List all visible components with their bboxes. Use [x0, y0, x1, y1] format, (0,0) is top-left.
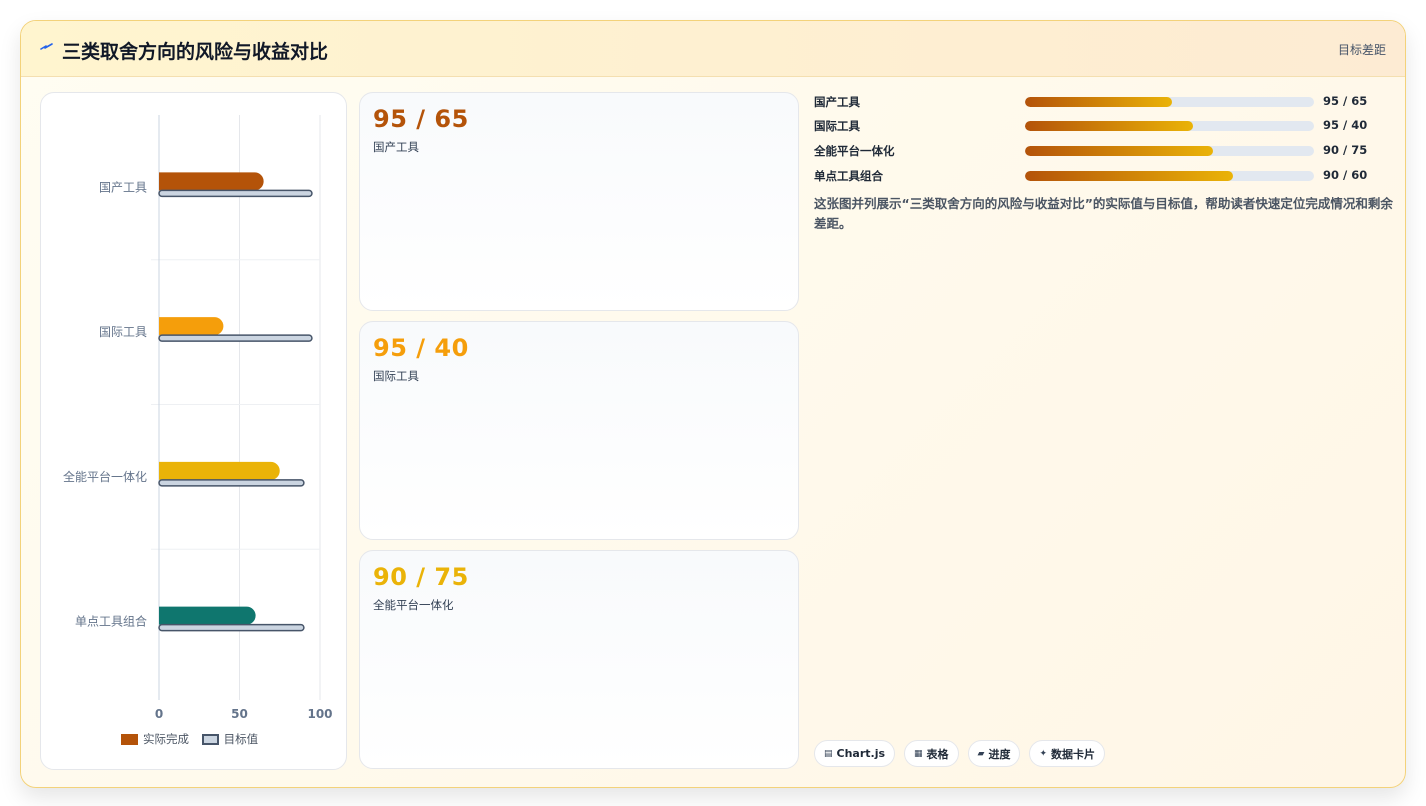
progress-track	[1025, 97, 1314, 107]
bar-chart-card: 0 50 100 国产工具国际工具全能平台一体化单点工具组合 实际完成 目标值	[40, 92, 347, 770]
table-icon: ▦	[914, 748, 923, 759]
progress-track	[1025, 121, 1314, 131]
tag-progress[interactable]: ▰ 进度	[967, 740, 1021, 767]
progress-fill	[1025, 146, 1213, 156]
legend-label-actual: 实际完成	[143, 732, 189, 746]
progress-row: 单点工具组合 90 / 60	[814, 167, 1374, 183]
y-tick-label: 单点工具组合	[75, 614, 147, 629]
progress-label: 单点工具组合	[814, 169, 883, 183]
progress-label: 国产工具	[814, 95, 860, 109]
stat-label: 国产工具	[373, 140, 419, 154]
progress-fill	[1025, 97, 1173, 107]
stat-label: 全能平台一体化	[373, 598, 454, 612]
progress-row: 全能平台一体化 90 / 75	[814, 142, 1374, 158]
stat-label: 国际工具	[373, 369, 419, 383]
progress-fill	[1025, 121, 1193, 131]
tag-label: Chart.js	[836, 747, 886, 760]
tag-label: 表格	[926, 747, 949, 761]
lightning-icon	[40, 43, 53, 50]
x-tick-label: 50	[231, 707, 248, 721]
bar-target	[158, 334, 313, 342]
progress-value: 90 / 60	[1323, 168, 1368, 182]
legend-swatch-actual	[121, 733, 138, 745]
progress-fill	[1025, 171, 1234, 181]
tag-list: ▤ Chart.js ▦ 表格 ▰ 进度 ✦ 数据卡片	[814, 740, 1106, 767]
progress-track	[1025, 146, 1314, 156]
tag-label: 进度	[988, 747, 1011, 761]
legend-label-target: 目标值	[223, 732, 259, 746]
chart-icon: ▤	[824, 748, 833, 759]
progress-row: 国际工具 95 / 40	[814, 117, 1374, 133]
progress-value: 95 / 40	[1323, 118, 1368, 132]
stat-value: 90 / 75	[373, 563, 469, 591]
bar-target	[158, 623, 305, 632]
stat-value: 95 / 65	[373, 105, 469, 133]
stat-card: 95 / 65 国产工具	[359, 92, 799, 311]
bar-chart: 0 50 100 国产工具国际工具全能平台一体化单点工具组合	[63, 115, 333, 721]
bar-actual	[159, 461, 280, 480]
tag-label: 数据卡片	[1051, 747, 1096, 761]
sparkle-icon: ✦	[1039, 748, 1048, 759]
stat-card: 90 / 75 全能平台一体化	[359, 550, 799, 769]
legend-swatch-target	[201, 733, 219, 745]
tag-chartjs[interactable]: ▤ Chart.js	[814, 740, 896, 767]
page-title: 三类取舍方向的风险与收益对比	[62, 41, 329, 63]
progress-label: 国际工具	[814, 119, 860, 133]
bar-actual	[159, 606, 256, 625]
progress-row: 国产工具 95 / 65	[814, 93, 1374, 109]
x-tick-label: 100	[307, 707, 332, 721]
y-tick-label: 国产工具	[99, 180, 147, 194]
bar-actual	[159, 317, 224, 336]
y-tick-label: 全能平台一体化	[63, 469, 147, 484]
progress-track	[1025, 171, 1314, 181]
header-badge: 目标差距	[1337, 43, 1386, 57]
progress-value: 90 / 75	[1323, 143, 1368, 157]
legend-item-actual[interactable]: 实际完成	[121, 731, 189, 747]
progress-value: 95 / 65	[1323, 94, 1368, 108]
chart-panel: 三类取舍方向的风险与收益对比 目标差距 0 50 100 国产工具 国际工具 全能平台一体…	[20, 20, 1406, 788]
bar-actual	[159, 172, 264, 191]
x-tick-label: 0	[155, 707, 163, 721]
legend-item-target[interactable]: 目标值	[201, 731, 259, 747]
progress-label: 全能平台一体化	[814, 144, 895, 158]
tag-data-card[interactable]: ✦ 数据卡片	[1029, 740, 1106, 767]
stat-card: 95 / 40 国际工具	[359, 321, 799, 540]
tag-table[interactable]: ▦ 表格	[904, 740, 959, 767]
progress-icon: ▰	[977, 748, 985, 759]
stat-value: 95 / 40	[373, 334, 469, 362]
bar-target	[158, 189, 313, 198]
panel-header: 三类取舍方向的风险与收益对比 目标差距	[21, 21, 1405, 77]
bar-target	[158, 479, 305, 487]
y-tick-label: 国际工具	[99, 325, 147, 339]
chart-legend: 实际完成 目标值	[121, 731, 267, 748]
chart-description: 这张图并列展示“三类取舍方向的风险与收益对比”的实际值与目标值，帮助读者快速定位…	[814, 196, 1393, 231]
